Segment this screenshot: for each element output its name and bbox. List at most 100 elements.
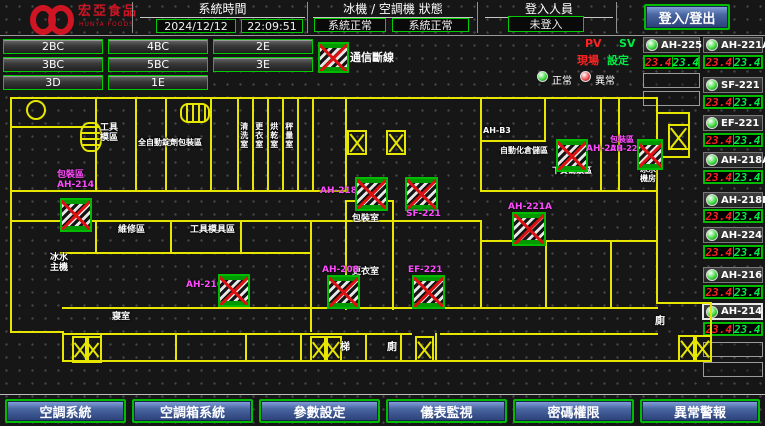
sv-label: SV <box>619 37 635 50</box>
ahu-status-value: 系統正常 <box>392 18 469 32</box>
empty-slot <box>643 73 700 88</box>
machine-status-label: 冰機 / 空調機 狀態 <box>313 3 473 16</box>
device-label-ah-214: 包裝區 AH-214 <box>57 170 94 191</box>
status-lamp-icon <box>706 79 718 91</box>
nav-alarm[interactable]: 異常警報 <box>640 399 760 423</box>
comm-lost-legend-label: 通信斷線 <box>350 49 394 65</box>
unit-ah-221a[interactable]: AH-221A <box>703 37 763 53</box>
room-label: 更衣室 <box>254 122 263 149</box>
device-marker-ah-221a[interactable] <box>512 212 546 246</box>
shaft-icon <box>386 130 406 155</box>
device-label-ef-221: EF-221 <box>408 265 443 275</box>
pv-value: 23.4 <box>705 57 734 67</box>
divider <box>616 2 617 33</box>
logo-title: 宏亞食品 <box>78 5 138 19</box>
floor-plan: 工具 模區 全自動錠劑包裝區 清洗室 更衣室 烘乾室 秤量室 AH-B3 自動化… <box>0 93 765 394</box>
nav-hvac-system[interactable]: 空調系統 <box>5 399 126 423</box>
abnormal-label: 異常 <box>595 72 615 87</box>
header-separator <box>0 35 765 36</box>
stair-icon <box>80 122 102 152</box>
system-time-value: 22:09:51 <box>241 19 303 33</box>
pv-name-label: 現場 <box>577 52 599 68</box>
divider <box>132 2 133 33</box>
room-label: 廁 <box>387 342 397 353</box>
normal-lamp-icon <box>537 71 548 82</box>
status-lamp-icon <box>646 39 658 51</box>
room-label: 廁 <box>655 316 665 327</box>
room-label: 寢室 <box>112 313 130 323</box>
floor-button-2e[interactable]: 2E <box>213 39 313 54</box>
unit-sf-221[interactable]: SF-221 <box>703 77 763 93</box>
sv-name-label: 設定 <box>607 52 629 68</box>
shaft-icon <box>668 124 690 150</box>
nav-ahu-system[interactable]: 空調箱系統 <box>132 399 253 423</box>
stair-icon <box>26 100 46 120</box>
nav-password-permission[interactable]: 密碼權限 <box>513 399 634 423</box>
room-label: 清洗室 <box>239 122 248 149</box>
unit-name: SF-221 <box>721 80 760 91</box>
device-marker-ah-214[interactable] <box>60 198 92 232</box>
normal-label: 正常 <box>552 72 572 87</box>
device-marker-ah-224[interactable] <box>556 139 588 172</box>
device-marker-ah-216[interactable] <box>218 274 250 307</box>
device-marker-ah-225[interactable] <box>637 139 663 170</box>
shaft-icon <box>415 336 434 362</box>
sv-value: 23.4 <box>734 57 762 67</box>
divider <box>307 2 308 33</box>
device-label-ah-221a: AH-221A <box>508 202 552 212</box>
device-label-ah-208: AH-208 <box>322 265 359 275</box>
floor-button-3e[interactable]: 3E <box>213 57 313 72</box>
room-label: 冰水 主機 <box>50 254 68 274</box>
device-marker-ah-218a[interactable] <box>355 177 388 211</box>
room-label: 秤量室 <box>284 122 293 149</box>
unit-name: AH-221A <box>721 40 765 51</box>
floor-button-4bc[interactable]: 4BC <box>108 39 208 54</box>
pv-value: 23.4 <box>645 57 673 67</box>
room-label: 工具模具區 <box>190 226 235 236</box>
shaft-icon <box>347 130 367 155</box>
room-label: 全自動錠劑包裝區 <box>138 139 202 148</box>
status-lamp-icon <box>706 39 718 51</box>
unit-ah-225-values: 23.4 23.4 <box>643 55 700 69</box>
login-person-label: 登入人員 <box>485 3 613 16</box>
device-marker-ah-208[interactable] <box>327 275 360 309</box>
system-time-label: 系統時間 <box>140 3 305 16</box>
room-label: 自動化倉儲區 <box>500 147 548 156</box>
shaft-icon <box>693 335 712 362</box>
room-label: 烘乾室 <box>269 122 278 149</box>
room-label: 包裝室 <box>352 215 379 225</box>
room-label: 梯 <box>340 342 350 353</box>
unit-ah-225[interactable]: AH-225 <box>643 37 700 53</box>
unit-ah-221a-values: 23.4 23.4 <box>703 55 763 69</box>
shaft-icon <box>85 336 102 363</box>
device-label-sf-221: SF-221 <box>406 209 441 219</box>
pv-label: PV <box>585 37 602 50</box>
nav-separator <box>0 394 765 395</box>
unit-name: AH-225 <box>661 40 702 51</box>
divider <box>140 17 305 18</box>
room-label: 維修區 <box>118 226 145 236</box>
floor-button-3d[interactable]: 3D <box>3 75 103 90</box>
floor-button-2bc[interactable]: 2BC <box>3 39 103 54</box>
nav-parameter-settings[interactable]: 參數設定 <box>259 399 380 423</box>
hmi-screen: { "header": { "logo_title": "宏亞食品", "log… <box>0 0 765 426</box>
company-logo <box>30 3 74 33</box>
floor-button-3bc[interactable]: 3BC <box>3 57 103 72</box>
login-status-value: 未登入 <box>508 16 584 32</box>
system-date-value: 2024/12/12 <box>156 19 236 33</box>
room-label: 工具 模區 <box>100 124 118 144</box>
comm-lost-legend-icon <box>318 42 349 73</box>
stair-icon <box>180 103 210 123</box>
logo-subtitle: HUNYA FOODS <box>79 21 134 28</box>
sv-value: 23.4 <box>673 57 700 67</box>
nav-meter-monitor[interactable]: 儀表監視 <box>386 399 507 423</box>
device-marker-sf-221[interactable] <box>405 177 438 211</box>
floor-button-1e[interactable]: 1E <box>108 75 208 90</box>
logo-ring-icon <box>48 5 74 35</box>
chiller-status-value: 系統正常 <box>314 18 386 32</box>
header-bar: 宏亞食品 HUNYA FOODS 系統時間 2024/12/12 22:09:5… <box>0 0 765 35</box>
abnormal-lamp-icon <box>580 71 591 82</box>
floor-button-5bc[interactable]: 5BC <box>108 57 208 72</box>
device-marker-ef-221[interactable] <box>412 275 445 309</box>
login-logout-button[interactable]: 登入/登出 <box>644 4 730 30</box>
